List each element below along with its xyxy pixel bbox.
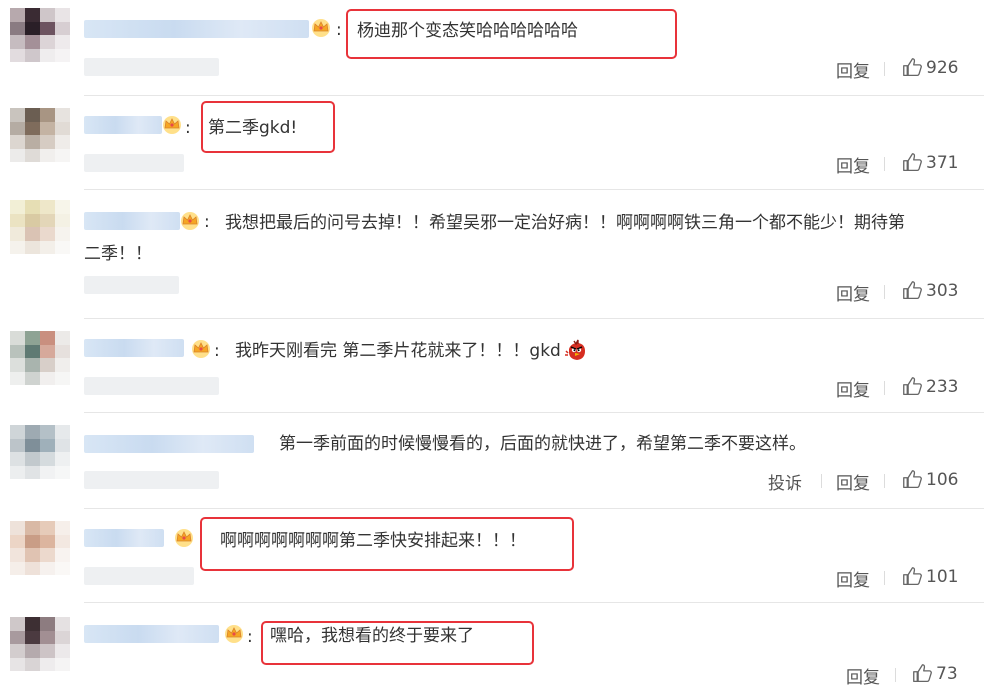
colon: : [185,118,191,138]
divider [84,412,984,413]
meta-blur [84,154,184,172]
avatar[interactable] [10,425,70,479]
thumbs-up-icon [903,470,922,489]
like-count: 371 [926,152,959,173]
meta-blur [84,58,219,76]
like-button[interactable]: 371 [902,152,958,173]
colon: : [247,627,253,647]
thumbs-up-icon [903,377,922,396]
like-count: 303 [926,280,959,301]
vip-crown-icon [225,625,243,643]
comment-text: 我昨天刚看完 第二季片花就来了！！！gkd [235,337,589,365]
username[interactable] [84,20,309,38]
angry-bird-emoji-icon [564,339,585,360]
username[interactable] [84,339,184,357]
divider [84,508,984,509]
divider [84,318,984,319]
meta-blur [84,471,219,489]
thumbs-up-icon [903,567,922,586]
report-button[interactable]: 投诉 [768,469,802,494]
highlight-box [201,101,335,153]
separator [821,474,822,488]
reply-button[interactable]: 回复 [836,280,870,305]
username[interactable] [84,625,219,643]
divider [84,602,984,603]
like-button[interactable]: 101 [902,566,958,587]
thumbs-up-icon [903,281,922,300]
like-count: 926 [926,57,959,78]
separator [884,474,885,488]
avatar[interactable] [10,108,70,162]
reply-button[interactable]: 回复 [836,469,870,494]
reply-button[interactable]: 回复 [836,376,870,401]
comment-text-body: 我昨天刚看完 第二季片花就来了！！！gkd [235,341,561,361]
vip-crown-icon [163,116,181,134]
like-button[interactable]: 106 [902,469,958,490]
reply-button[interactable]: 回复 [836,152,870,177]
separator [884,62,885,76]
like-count: 101 [926,566,959,587]
colon: : [214,341,220,361]
reply-button[interactable]: 回复 [836,566,870,591]
comment-text-continued: 二季！！ [84,244,152,264]
colon: : [336,20,342,40]
highlight-box [200,517,574,571]
like-button[interactable]: 303 [902,280,958,301]
meta-blur [84,377,219,395]
like-button[interactable]: 233 [902,376,958,397]
thumbs-up-icon [903,58,922,77]
username[interactable] [84,435,254,453]
highlight-box [261,621,534,665]
vip-crown-icon [181,212,199,230]
meta-blur [84,276,179,294]
meta-blur [84,567,194,585]
like-count: 106 [926,469,959,490]
avatar[interactable] [10,331,70,385]
colon: : [204,212,210,232]
like-count: 233 [926,376,959,397]
comment-text: 第一季前面的时候慢慢看的，后面的就快进了，希望第二季不要这样。 [279,434,806,454]
highlight-box [346,9,677,59]
vip-crown-icon [192,340,210,358]
like-button[interactable]: 73 [912,663,958,684]
username[interactable] [84,116,162,134]
separator [884,157,885,171]
reply-button[interactable]: 回复 [846,663,880,688]
like-button[interactable]: 926 [902,57,958,78]
comment-text: 我想把最后的问号去掉！！希望吴邪一定治好病！！啊啊啊啊铁三角一个都不能少！期待第 [225,213,905,233]
vip-crown-icon [175,529,193,547]
divider [84,95,984,96]
username[interactable] [84,529,164,547]
divider [84,189,984,190]
vip-crown-icon [312,19,330,37]
avatar[interactable] [10,200,70,254]
avatar[interactable] [10,8,70,62]
thumbs-up-icon [903,153,922,172]
separator [884,285,885,299]
username[interactable] [84,212,180,230]
separator [895,668,896,682]
like-count: 73 [936,663,958,684]
separator [884,571,885,585]
avatar[interactable] [10,617,70,671]
thumbs-up-icon [913,664,932,683]
reply-button[interactable]: 回复 [836,57,870,82]
separator [884,381,885,395]
avatar[interactable] [10,521,70,575]
